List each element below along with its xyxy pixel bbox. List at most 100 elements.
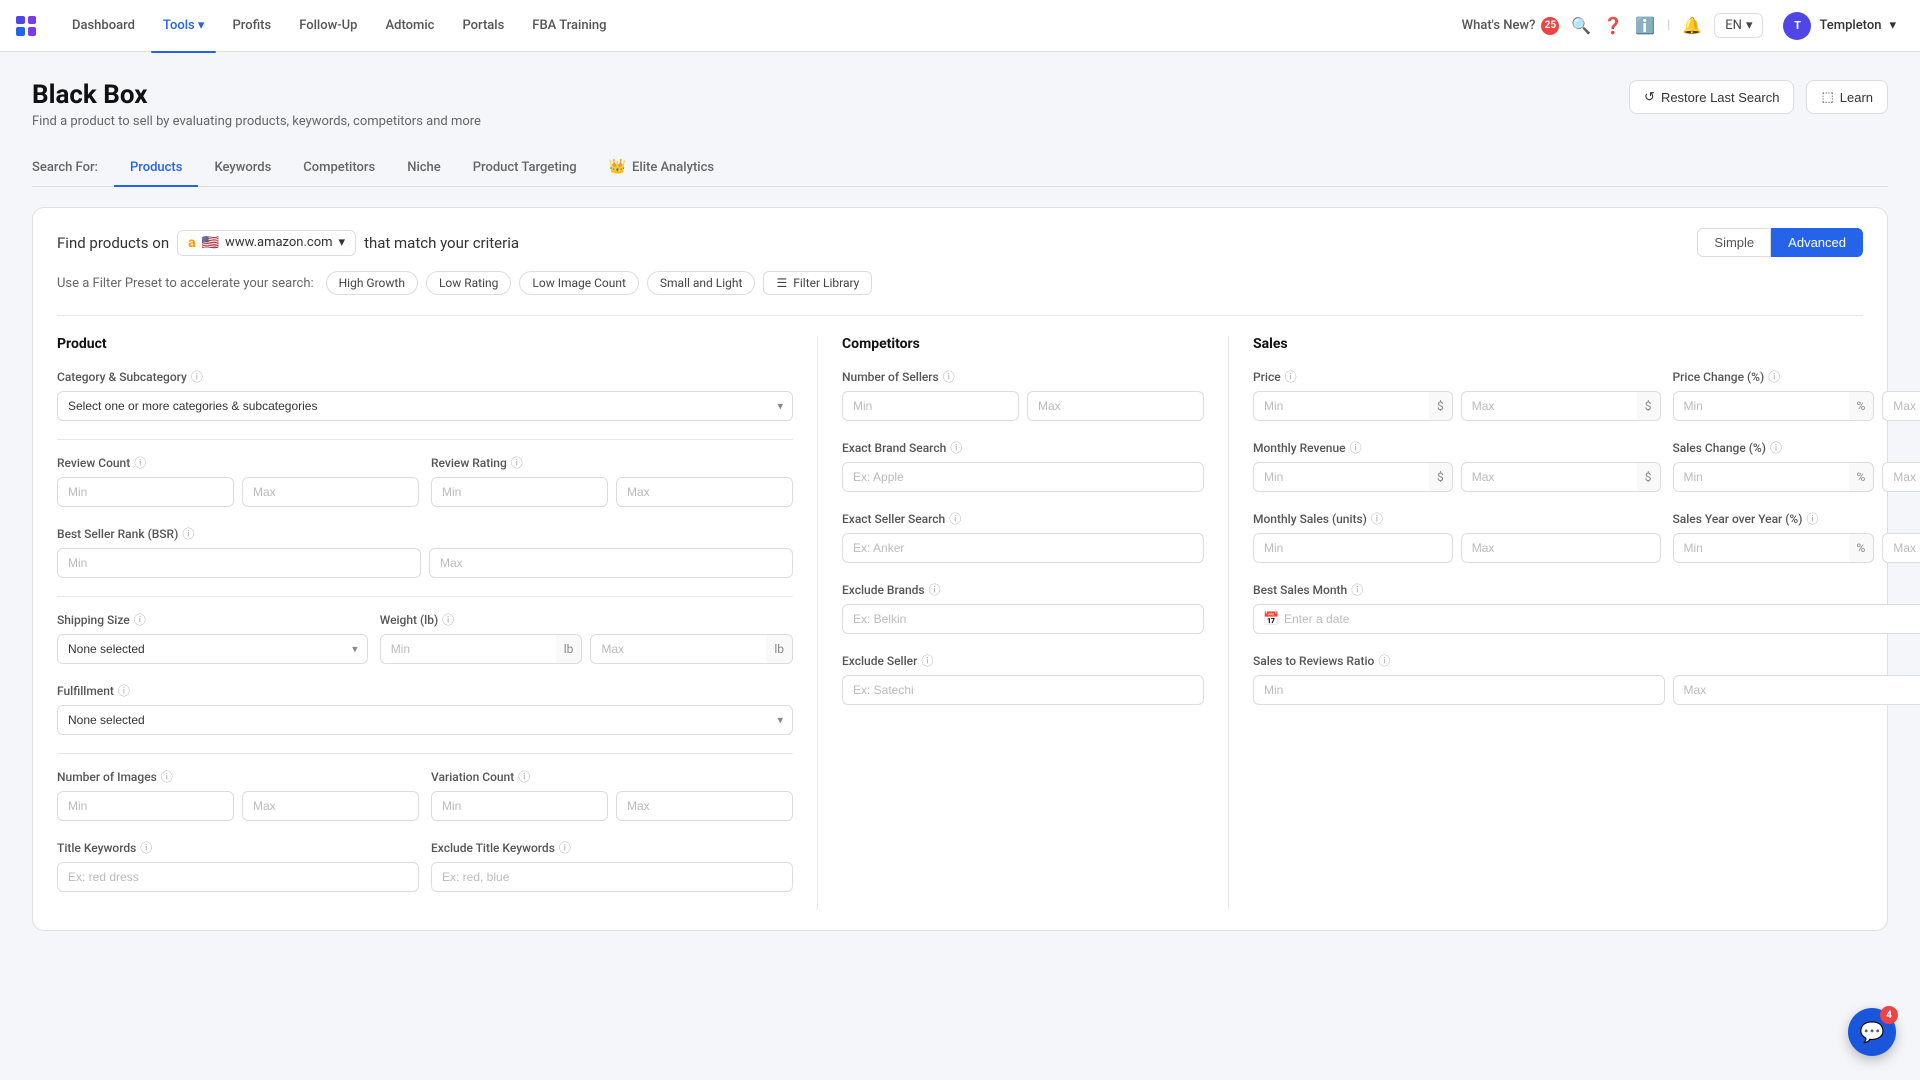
nav-portals[interactable]: Portals (450, 12, 516, 39)
exact-seller-input[interactable] (842, 533, 1204, 563)
help-icon[interactable]: ❓ (1603, 16, 1623, 35)
product-column: Product Category & Subcategory ⓘ Select … (57, 336, 818, 910)
monthly-sales-max[interactable] (1461, 533, 1661, 563)
filter-library-button[interactable]: ☰ Filter Library (763, 271, 872, 295)
weight-info-icon[interactable]: ⓘ (442, 611, 454, 628)
tab-elite-analytics[interactable]: 👑 Elite Analytics (593, 149, 730, 187)
fulfillment-select[interactable]: None selected (57, 705, 793, 735)
price-max[interactable] (1461, 391, 1637, 421)
sales-yoy-min[interactable] (1673, 533, 1849, 563)
exact-brand-input[interactable] (842, 462, 1204, 492)
review-count-info-icon[interactable]: ⓘ (134, 454, 146, 471)
best-sales-month-input[interactable] (1253, 604, 1920, 634)
price-change-min[interactable] (1673, 391, 1849, 421)
num-sellers-min[interactable] (842, 391, 1019, 421)
monthly-revenue-min[interactable] (1253, 462, 1429, 492)
weight-max[interactable] (590, 634, 766, 664)
num-images-info-icon[interactable]: ⓘ (161, 768, 173, 785)
exclude-seller-info-icon[interactable]: ⓘ (921, 652, 933, 669)
shipping-size-select[interactable]: None selected (57, 634, 368, 664)
search-icon[interactable]: 🔍 (1571, 16, 1591, 35)
preset-low-image-count[interactable]: Low Image Count (519, 271, 639, 295)
num-sellers-info-icon[interactable]: ⓘ (943, 368, 955, 385)
exclude-title-input[interactable] (431, 862, 793, 892)
tab-product-targeting[interactable]: Product Targeting (457, 150, 593, 187)
num-images-max[interactable] (242, 791, 419, 821)
learn-button[interactable]: ⬚ Learn (1806, 80, 1888, 114)
price-change-info-icon[interactable]: ⓘ (1768, 368, 1780, 385)
language-selector[interactable]: EN ▾ (1714, 13, 1763, 38)
restore-last-search-button[interactable]: ↺ Restore Last Search (1629, 80, 1794, 114)
simple-view-button[interactable]: Simple (1697, 228, 1771, 257)
variation-min[interactable] (431, 791, 608, 821)
review-rating-min[interactable] (431, 477, 608, 507)
sales-change-min[interactable] (1673, 462, 1849, 492)
exact-seller-info-icon[interactable]: ⓘ (949, 510, 961, 527)
filter-library-icon: ☰ (776, 276, 787, 290)
bsr-min[interactable] (57, 548, 421, 578)
review-count-max[interactable] (242, 477, 419, 507)
fulfillment-info-icon[interactable]: ⓘ (118, 682, 130, 699)
whats-new-button[interactable]: What's New? 25 (1462, 17, 1560, 35)
exclude-title-info-icon[interactable]: ⓘ (559, 839, 571, 856)
best-sales-month-info-icon[interactable]: ⓘ (1351, 581, 1363, 598)
preset-small-and-light[interactable]: Small and Light (647, 271, 756, 295)
nav-tools[interactable]: Tools ▾ (151, 12, 217, 39)
sales-reviews-max[interactable] (1673, 675, 1920, 705)
sales-change-info-icon[interactable]: ⓘ (1770, 439, 1782, 456)
exclude-brands-info-icon[interactable]: ⓘ (929, 581, 941, 598)
logo[interactable] (16, 16, 36, 36)
title-keywords-group: Title Keywords ⓘ (57, 839, 419, 892)
weight-min[interactable] (380, 634, 556, 664)
nav-profits[interactable]: Profits (220, 12, 283, 39)
sales-reviews-min[interactable] (1253, 675, 1665, 705)
preset-low-rating[interactable]: Low Rating (426, 271, 511, 295)
title-keywords-input[interactable] (57, 862, 419, 892)
bsr-max[interactable] (429, 548, 793, 578)
monthly-sales-info-icon[interactable]: ⓘ (1371, 510, 1383, 527)
shipping-size-select-wrapper: None selected (57, 634, 368, 664)
monthly-sales-min[interactable] (1253, 533, 1453, 563)
category-info-icon[interactable]: ⓘ (191, 368, 203, 385)
monthly-revenue-info-icon[interactable]: ⓘ (1350, 439, 1362, 456)
user-menu[interactable]: T Templeton ▾ (1775, 8, 1904, 44)
bell-icon[interactable]: 🔔 (1682, 16, 1702, 35)
price-min[interactable] (1253, 391, 1429, 421)
review-rating-max[interactable] (616, 477, 793, 507)
amazon-selector[interactable]: a 🇺🇸 www.amazon.com ▾ (177, 230, 356, 256)
exact-brand-info-icon[interactable]: ⓘ (950, 439, 962, 456)
shipping-size-info-icon[interactable]: ⓘ (134, 611, 146, 628)
tab-products[interactable]: Products (114, 150, 198, 187)
exclude-brands-input[interactable] (842, 604, 1204, 634)
review-count-min[interactable] (57, 477, 234, 507)
user-name: Templeton (1819, 18, 1881, 33)
nav-followup[interactable]: Follow-Up (287, 12, 369, 39)
preset-high-growth[interactable]: High Growth (326, 271, 418, 295)
price-info-icon[interactable]: ⓘ (1285, 368, 1297, 385)
num-sellers-max[interactable] (1027, 391, 1204, 421)
variation-max[interactable] (616, 791, 793, 821)
nav-dashboard[interactable]: Dashboard (60, 12, 147, 39)
variation-count-info-icon[interactable]: ⓘ (518, 768, 530, 785)
num-images-min[interactable] (57, 791, 234, 821)
exclude-seller-input[interactable] (842, 675, 1204, 705)
tab-keywords[interactable]: Keywords (198, 150, 287, 187)
sales-yoy-max[interactable] (1882, 533, 1920, 563)
category-select[interactable]: Select one or more categories & subcateg… (57, 391, 793, 421)
sales-reviews-ratio-info-icon[interactable]: ⓘ (1378, 652, 1390, 669)
review-count-group: Review Count ⓘ (57, 454, 419, 507)
monthly-revenue-max[interactable] (1461, 462, 1637, 492)
nav-adtomic[interactable]: Adtomic (374, 12, 447, 39)
tab-niche[interactable]: Niche (391, 150, 457, 187)
title-keywords-info-icon[interactable]: ⓘ (140, 839, 152, 856)
sales-change-max[interactable] (1882, 462, 1920, 492)
advanced-view-button[interactable]: Advanced (1771, 228, 1863, 257)
chat-bubble[interactable]: 💬 4 (1848, 1008, 1896, 1056)
sales-yoy-info-icon[interactable]: ⓘ (1806, 510, 1818, 527)
review-rating-info-icon[interactable]: ⓘ (511, 454, 523, 471)
bsr-info-icon[interactable]: ⓘ (182, 525, 194, 542)
nav-fba[interactable]: FBA Training (520, 12, 618, 39)
tab-competitors[interactable]: Competitors (287, 150, 391, 187)
info-circle-icon[interactable]: ℹ️ (1635, 16, 1655, 35)
price-change-max[interactable] (1882, 391, 1920, 421)
